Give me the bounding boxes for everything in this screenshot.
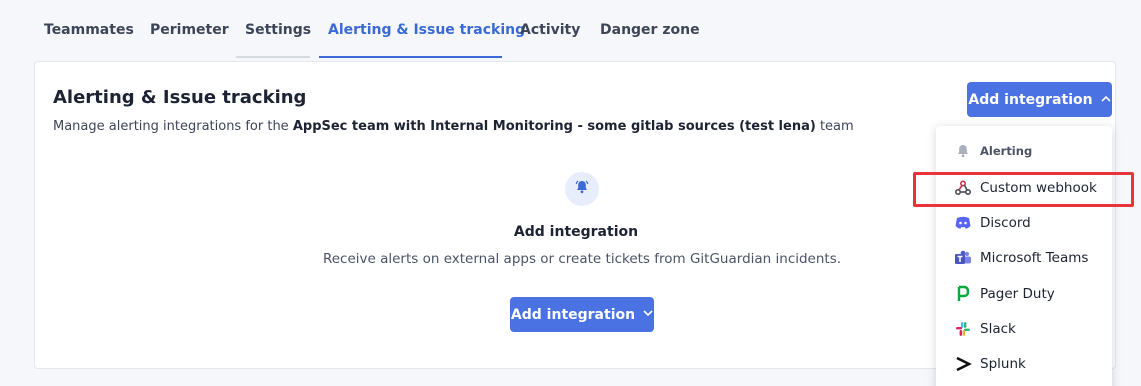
tab-teammates[interactable]: Teammates — [44, 22, 134, 38]
splunk-icon — [954, 355, 972, 373]
pagerduty-icon — [954, 285, 972, 303]
add-integration-label: Add integration — [968, 91, 1093, 108]
page-title: Alerting & Issue tracking — [53, 87, 307, 108]
menu-item-label: Microsoft Teams — [980, 250, 1089, 266]
microsoft-teams-icon — [954, 249, 972, 267]
menu-item-label: Slack — [980, 321, 1016, 337]
menu-item-splunk[interactable]: Splunk — [936, 349, 1112, 379]
tab-alerting-issue-tracking[interactable]: Alerting & Issue tracking — [328, 22, 525, 38]
add-integration-button[interactable]: Add integration — [510, 297, 654, 332]
menu-item-slack[interactable]: Slack — [936, 314, 1112, 344]
menu-item-label: Discord — [980, 215, 1031, 231]
description-suffix: team — [819, 119, 854, 134]
tab-hover-underline — [236, 56, 310, 58]
add-integration-header-button[interactable]: Add integration — [967, 82, 1112, 117]
bell-icon — [954, 142, 972, 160]
dropdown-section-label: Alerting — [980, 144, 1033, 158]
bell-icon-badge — [565, 172, 599, 206]
discord-icon — [954, 214, 972, 232]
menu-item-label: Custom webhook — [980, 180, 1097, 196]
menu-item-discord[interactable]: Discord — [936, 208, 1112, 238]
tab-perimeter[interactable]: Perimeter — [150, 22, 229, 38]
menu-item-custom-webhook[interactable]: Custom webhook — [936, 173, 1112, 203]
tab-danger-zone[interactable]: Danger zone — [600, 22, 700, 38]
menu-item-pager-duty[interactable]: Pager Duty — [936, 279, 1112, 309]
add-integration-label: Add integration — [510, 306, 636, 323]
menu-item-microsoft-teams[interactable]: Microsoft Teams — [936, 243, 1112, 273]
chevron-down-icon — [643, 309, 653, 320]
webhook-icon — [954, 179, 972, 197]
tab-bar: Teammates Perimeter Settings Alerting & … — [0, 0, 1141, 58]
team-name: AppSec team with Internal Monitoring - s… — [292, 119, 816, 134]
bell-icon — [574, 179, 590, 199]
dropdown-section-alerting: Alerting — [936, 136, 1112, 166]
card-description: Manage alerting integrations for the App… — [53, 119, 854, 134]
tab-activity[interactable]: Activity — [520, 22, 580, 38]
menu-item-label: Splunk — [980, 356, 1026, 372]
menu-item-label: Pager Duty — [980, 286, 1055, 302]
active-tab-underline — [319, 56, 502, 58]
integration-dropdown-menu: Alerting Custom webhook Discord Microsof… — [936, 126, 1112, 386]
tab-settings[interactable]: Settings — [245, 22, 311, 38]
chevron-up-icon — [1101, 94, 1111, 105]
slack-icon — [954, 320, 972, 338]
description-prefix: Manage alerting integrations for the — [53, 119, 289, 134]
